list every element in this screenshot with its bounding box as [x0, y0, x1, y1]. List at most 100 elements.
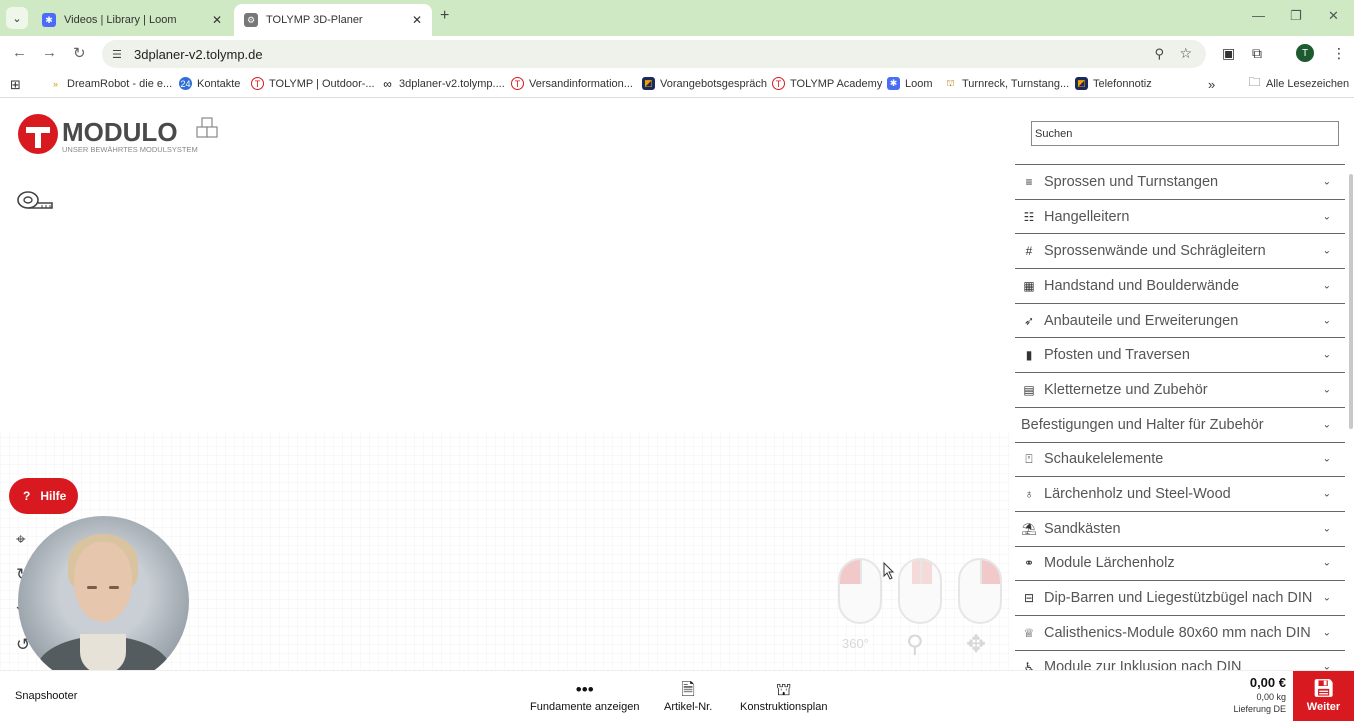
close-tab-icon[interactable]: ✕	[212, 13, 222, 27]
bookmark-academy[interactable]: T TOLYMP Academy	[772, 77, 882, 90]
artikel-button[interactable]: 🗎 Artikel-Nr.	[664, 679, 712, 713]
category-label: Calisthenics-Module 80x60 mm nach DIN	[1044, 624, 1311, 641]
mouse-controls-hint: 360° ⚲ ✥	[836, 558, 1006, 668]
category-sprossen[interactable]: ≡ Sprossen und Turnstangen ⌄	[1015, 164, 1345, 199]
bookmark-3dplaner[interactable]: ∞ 3dplaner-v2.tolymp....	[381, 77, 505, 91]
tab-title: Videos | Library | Loom	[64, 14, 177, 26]
search-input[interactable]	[1031, 121, 1339, 146]
category-hangelleitern[interactable]: ☷ Hangelleitern ⌄	[1015, 198, 1345, 234]
sidebar-scrollbar[interactable]	[1348, 174, 1354, 674]
tab-loom[interactable]: ✱ Videos | Library | Loom ✕	[32, 4, 232, 36]
profile-avatar[interactable]: T	[1296, 44, 1314, 62]
category-label: Anbauteile und Erweiterungen	[1044, 312, 1239, 329]
catalog-sidebar: ≡ Sprossen und Turnstangen ⌄ ☷ Hangelleiter…	[1015, 102, 1354, 675]
category-pfosten[interactable]: ▮ Pfosten und Traversen ⌄	[1015, 337, 1345, 372]
ladder-icon: ☷	[1023, 209, 1035, 224]
category-label: Sprossen und Turnstangen	[1044, 173, 1219, 190]
document-search-icon: 🗎	[681, 680, 695, 699]
category-sandkaesten[interactable]: ⛱ Sandkästen ⌄	[1015, 510, 1345, 546]
bookmark-turnreck[interactable]: ⛫ Turnreck, Turnstang...	[944, 77, 1069, 90]
bookmark-loom[interactable]: ✱ Loom	[887, 77, 933, 90]
tolymp-icon: T	[511, 77, 524, 90]
weiter-button[interactable]: 💾︎ Weiter	[1293, 671, 1354, 721]
media-icon[interactable]: ▣	[1222, 45, 1235, 62]
category-sprossenwaende[interactable]: # Sprossenwände und Schrägleitern ⌄	[1015, 233, 1345, 268]
tab-title: TOLYMP 3D-Planer	[266, 14, 363, 26]
tab-3d-planer[interactable]: ⚙ TOLYMP 3D-Planer ✕	[234, 4, 432, 36]
cubes-icon	[196, 117, 218, 138]
chevron-down-icon: ⌄	[1322, 349, 1331, 361]
bookmark-kontakte[interactable]: 24 Kontakte	[179, 77, 240, 90]
dots-icon: •••	[575, 680, 594, 699]
chevron-down-icon: ⌄	[1322, 384, 1331, 396]
zoom-icon[interactable]: ⚲	[1154, 46, 1164, 62]
telefon-icon: ◩	[1075, 77, 1088, 90]
vorangebot-icon: ◩	[642, 77, 655, 90]
site-settings-icon[interactable]: ☰	[112, 48, 126, 61]
bookmark-versand[interactable]: T Versandinformation...	[511, 77, 633, 90]
webcam-overlay	[18, 516, 189, 687]
category-laerchenholz[interactable]: ♁ Lärchenholz und Steel-Wood ⌄	[1015, 476, 1345, 511]
menu-kebab-icon[interactable]: ⋮	[1332, 45, 1346, 62]
konstruktionsplan-button[interactable]: ⛫ Konstruktionsplan	[740, 679, 827, 713]
chevron-down-icon: ⌄	[1322, 557, 1331, 569]
category-kletternetze[interactable]: ▤ Kletternetze und Zubehör ⌄	[1015, 372, 1345, 407]
mouse-cursor-icon	[883, 562, 895, 580]
close-window-icon[interactable]: ✕	[1328, 8, 1339, 24]
extensions-icon[interactable]: ⧉	[1252, 45, 1262, 62]
close-tab-icon[interactable]: ✕	[412, 13, 422, 27]
inbox-tray-icon: ⛫	[775, 680, 792, 699]
back-icon[interactable]: ←	[12, 44, 27, 61]
bookmark-label: 3dplaner-v2.tolymp....	[399, 77, 505, 90]
new-tab-icon[interactable]: +	[440, 7, 449, 25]
minimize-icon[interactable]: —	[1252, 8, 1265, 23]
chevron-down-icon: ⌄	[1322, 315, 1331, 327]
category-calisthenics[interactable]: ♕ Calisthenics-Module 80x60 mm nach DIN ⌄	[1015, 614, 1345, 650]
save-icon: 💾︎	[1312, 679, 1335, 698]
scrollbar-thumb[interactable]	[1349, 174, 1353, 429]
tape-measure-icon[interactable]	[16, 189, 54, 213]
category-befestigungen[interactable]: Befestigungen und Halter für Zubehör ⌄	[1015, 406, 1345, 442]
reload-icon[interactable]: ↻	[73, 44, 86, 62]
tolymp-icon: T	[772, 77, 785, 90]
forward-icon[interactable]: →	[42, 44, 57, 61]
more-bookmarks-icon[interactable]: »	[1208, 77, 1215, 92]
chevron-down-icon: ⌄	[1322, 280, 1331, 292]
bookmark-star-icon[interactable]: ☆	[1179, 45, 1192, 62]
bookmark-tolymp-outdoor[interactable]: T TOLYMP | Outdoor-...	[251, 77, 375, 90]
category-anbauteile[interactable]: ➶ Anbauteile und Erweiterungen ⌄	[1015, 302, 1345, 338]
folder-icon: 🗀	[1248, 75, 1261, 89]
webcam-person-collar	[80, 634, 126, 674]
category-module-laerchenholz[interactable]: ⚭ Module Lärchenholz ⌄	[1015, 545, 1345, 581]
bookmark-label: Telefonnotiz	[1093, 77, 1152, 90]
snapshooter-button[interactable]: Snapshooter	[15, 690, 77, 702]
hash-icon: #	[1025, 244, 1033, 259]
category-handstand[interactable]: ▦ Handstand und Boulderwände ⌄	[1015, 268, 1345, 303]
tolymp-icon: T	[251, 77, 264, 90]
tab-search-chevron-icon[interactable]: ⌄	[6, 7, 28, 29]
category-dip-barren[interactable]: ⊟ Dip-Barren und Liegestützbügel nach DIN…	[1015, 580, 1345, 615]
all-bookmarks[interactable]: 🗀 Alle Lesezeichen	[1248, 75, 1349, 90]
fundamente-button[interactable]: ••• Fundamente anzeigen	[530, 679, 639, 713]
webcam-person-eye	[109, 586, 119, 589]
mouse-scroll-icon	[898, 558, 942, 624]
bookmark-vorangebot[interactable]: ◩ Vorangebotsgespräch	[642, 77, 767, 90]
bar-chart-icon: ▮	[1025, 348, 1033, 363]
bookmark-label: DreamRobot - die e...	[67, 77, 173, 90]
bookmark-dreamrobot[interactable]: » DreamRobot - die e...	[49, 77, 172, 90]
apps-grid-icon[interactable]: ⊞	[10, 77, 21, 93]
restore-icon[interactable]: ❐	[1290, 8, 1302, 24]
chevron-down-icon: ⌄	[1322, 592, 1331, 604]
logo-tagline: UNSER BEWÄHRTES MODULSYSTEM	[62, 145, 198, 154]
help-button[interactable]: ? Hilfe	[9, 478, 78, 514]
address-bar[interactable]: ☰ 3dplaner-v2.tolymp.de ⚲ ☆	[102, 40, 1206, 68]
bookmark-telefonnotiz[interactable]: ◩ Telefonnotiz	[1075, 77, 1152, 90]
browser-tab-strip: ⌄ ✱ Videos | Library | Loom ✕ ⚙ TOLYMP 3…	[0, 0, 1354, 36]
category-schaukel[interactable]: ⍞ Schaukelelemente ⌄	[1015, 441, 1345, 477]
bookmark-label: TOLYMP | Outdoor-...	[269, 77, 375, 90]
focus-camera-icon[interactable]: ⌖	[16, 530, 26, 550]
category-list: ≡ Sprossen und Turnstangen ⌄ ☷ Hangelleiter…	[1015, 164, 1345, 684]
url-text[interactable]: 3dplaner-v2.tolymp.de	[134, 47, 263, 62]
category-label: Kletternetze und Zubehör	[1044, 381, 1208, 398]
weiter-label: Weiter	[1306, 701, 1341, 713]
